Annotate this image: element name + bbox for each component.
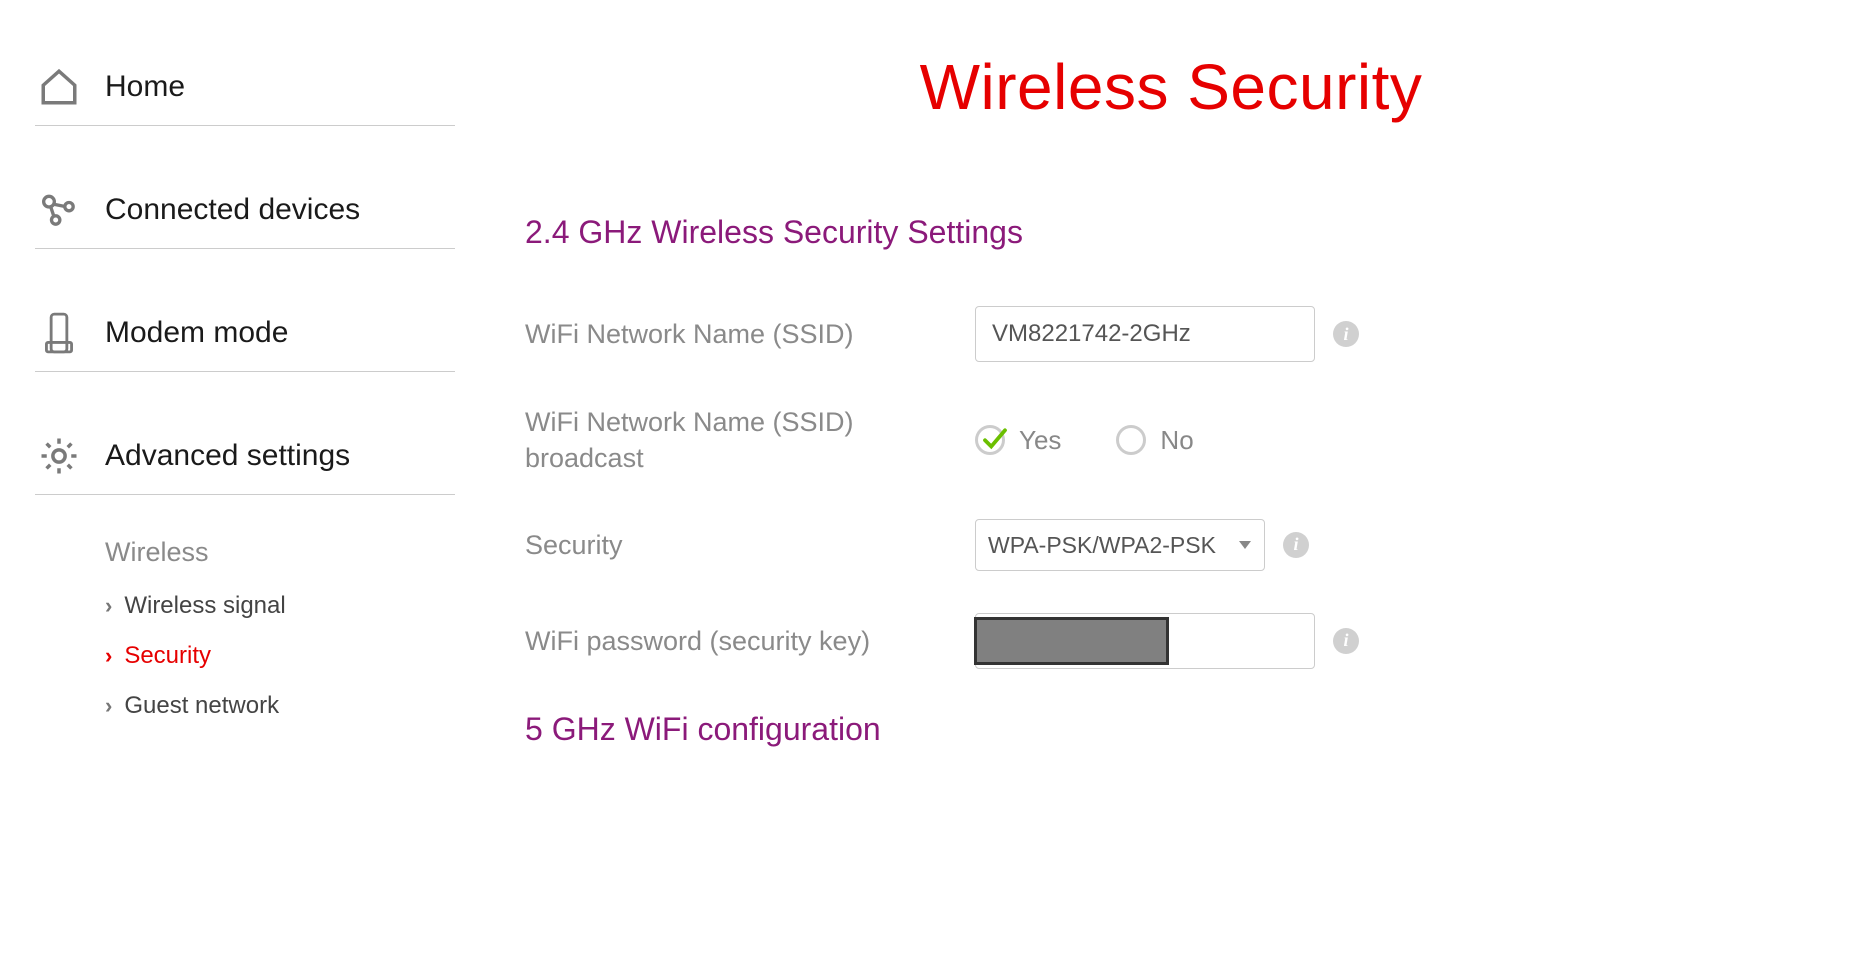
info-icon[interactable]: i: [1333, 321, 1359, 347]
check-icon: [980, 424, 1010, 454]
broadcast-yes-option[interactable]: Yes: [975, 425, 1061, 456]
radio-circle: [975, 425, 1005, 455]
sub-item-wireless-signal[interactable]: › Wireless signal: [105, 592, 455, 620]
password-label: WiFi password (security key): [525, 623, 975, 659]
ssid-input[interactable]: [975, 306, 1315, 362]
sub-item-label: Wireless signal: [124, 592, 285, 620]
row-ssid: WiFi Network Name (SSID) i: [525, 306, 1817, 362]
radio-label: No: [1160, 425, 1193, 456]
row-security: Security WPA-PSK/WPA2-PSK i: [525, 519, 1817, 571]
security-label: Security: [525, 527, 975, 563]
sub-nav-heading: Wireless: [105, 537, 455, 568]
chevron-right-icon: ›: [105, 643, 112, 669]
sub-item-security[interactable]: › Security: [105, 642, 455, 670]
main-content: Wireless Security 2.4 GHz Wireless Secur…: [525, 45, 1817, 803]
sub-item-guest-network[interactable]: › Guest network: [105, 692, 455, 720]
sub-nav: Wireless › Wireless signal › Security › …: [35, 537, 455, 720]
section-heading-5ghz: 5 GHz WiFi configuration: [525, 711, 1817, 748]
nav-label: Connected devices: [105, 193, 360, 227]
home-icon: [35, 63, 83, 111]
radio-circle: [1116, 425, 1146, 455]
nav-item-modem-mode[interactable]: Modem mode: [35, 291, 455, 372]
nav-label: Home: [105, 70, 185, 104]
password-input[interactable]: [975, 613, 1315, 669]
broadcast-label: WiFi Network Name (SSID) broadcast: [525, 404, 975, 477]
ssid-label: WiFi Network Name (SSID): [525, 316, 975, 352]
broadcast-radio-group: Yes No: [975, 425, 1194, 456]
page-title: Wireless Security: [525, 50, 1817, 124]
nav-item-advanced-settings[interactable]: Advanced settings: [35, 414, 455, 495]
sub-item-label: Guest network: [124, 692, 279, 720]
gear-icon: [35, 432, 83, 480]
info-icon[interactable]: i: [1333, 628, 1359, 654]
password-redacted-mask: [974, 617, 1169, 665]
info-icon[interactable]: i: [1283, 532, 1309, 558]
broadcast-no-option[interactable]: No: [1116, 425, 1193, 456]
row-wifi-password: WiFi password (security key) i: [525, 613, 1817, 669]
chevron-right-icon: ›: [105, 693, 112, 719]
sidebar: Home Connected devices Mo: [35, 45, 455, 803]
nav-label: Advanced settings: [105, 439, 350, 473]
nav-item-connected-devices[interactable]: Connected devices: [35, 168, 455, 249]
nav-item-home[interactable]: Home: [35, 45, 455, 126]
sub-item-label: Security: [124, 642, 211, 670]
security-select[interactable]: WPA-PSK/WPA2-PSK: [975, 519, 1265, 571]
connected-devices-icon: [35, 186, 83, 234]
row-ssid-broadcast: WiFi Network Name (SSID) broadcast Yes N…: [525, 404, 1817, 477]
section-heading-24ghz: 2.4 GHz Wireless Security Settings: [525, 214, 1817, 251]
radio-label: Yes: [1019, 425, 1061, 456]
chevron-right-icon: ›: [105, 593, 112, 619]
modem-icon: [35, 309, 83, 357]
nav-label: Modem mode: [105, 316, 288, 350]
